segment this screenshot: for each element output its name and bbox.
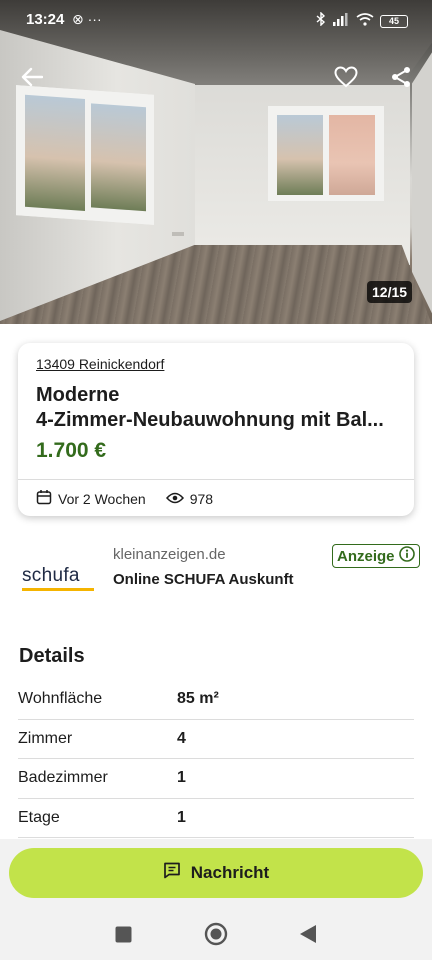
schufa-logo-text: schufa <box>22 565 80 586</box>
info-icon <box>398 546 415 566</box>
share-icon[interactable] <box>386 62 416 92</box>
listing-price: 1.700 € <box>36 439 107 462</box>
detail-row-floor: Etage 1 <box>18 799 414 838</box>
calendar-icon <box>36 489 52 508</box>
status-right-icons: 45 <box>316 11 408 31</box>
recents-icon[interactable] <box>111 922 135 946</box>
photo-window-left <box>16 85 154 225</box>
listing-card: 13409 Reinickendorf Moderne 4-Zimmer-Neu… <box>18 343 414 516</box>
back-arrow-icon[interactable] <box>17 62 47 92</box>
detail-row-rooms: Zimmer 4 <box>18 720 414 759</box>
message-button-label: Nachricht <box>190 863 270 882</box>
detail-label: Etage <box>18 808 60 826</box>
detail-value: 4 <box>177 729 186 747</box>
posted-date-label: Vor 2 Wochen <box>58 490 146 507</box>
bluetooth-icon <box>316 11 326 31</box>
schufa-logo: schufa <box>22 565 94 591</box>
photo-window-right <box>268 106 384 201</box>
status-bar: 13:24 ⊗ ··· 45 <box>0 0 432 40</box>
view-count: 978 <box>165 490 214 507</box>
detail-value: 1 <box>177 808 186 826</box>
view-count-label: 978 <box>189 490 214 507</box>
ad-banner[interactable]: schufa kleinanzeigen.de Online SCHUFA Au… <box>0 538 432 602</box>
detail-row-area: Wohnfläche 85 m² <box>18 680 414 720</box>
card-divider <box>18 479 414 480</box>
schufa-logo-bar <box>22 588 94 591</box>
status-time: 13:24 <box>26 11 65 28</box>
details-table: Wohnfläche 85 m² Zimmer 4 Badezimmer 1 E… <box>18 680 414 838</box>
ad-badge[interactable]: Anzeige <box>332 544 420 568</box>
listing-meta: Vor 2 Wochen 978 <box>36 489 233 508</box>
listing-title-line1: Moderne <box>36 384 120 406</box>
battery-icon: 45 <box>380 15 408 28</box>
detail-value: 85 m² <box>177 690 219 707</box>
listing-photo[interactable]: 12/15 <box>0 0 432 324</box>
ad-title[interactable]: Online SCHUFA Auskunft <box>113 571 294 588</box>
listing-title-line2: 4-Zimmer-Neubauwohnung mit Bal... <box>36 409 384 431</box>
message-button[interactable]: Nachricht <box>9 848 423 898</box>
listing-title: Moderne 4-Zimmer-Neubauwohnung mit Bal..… <box>36 383 406 433</box>
home-icon[interactable] <box>204 922 228 946</box>
posted-date: Vor 2 Wochen <box>36 489 146 508</box>
heart-icon[interactable] <box>331 62 361 92</box>
listing-location[interactable]: 13409 Reinickendorf <box>36 356 164 372</box>
signal-icon <box>332 12 350 31</box>
detail-label: Badezimmer <box>18 769 108 786</box>
ad-badge-label: Anzeige <box>337 547 395 565</box>
detail-label: Zimmer <box>18 729 73 747</box>
photo-counter: 12/15 <box>367 281 413 303</box>
message-icon <box>163 862 181 884</box>
detail-value: 1 <box>177 769 186 786</box>
eye-icon <box>165 491 184 507</box>
detail-label: Wohnfläche <box>18 690 103 707</box>
photo-socket <box>172 232 184 236</box>
detail-row-bathrooms: Badezimmer 1 <box>18 759 414 799</box>
back-icon[interactable] <box>296 922 320 946</box>
status-notification-icons: ⊗ ··· <box>72 11 102 27</box>
system-nav-bar <box>0 908 432 960</box>
ad-source: kleinanzeigen.de <box>113 546 226 563</box>
details-heading: Details <box>19 645 85 667</box>
wifi-icon <box>356 12 374 31</box>
